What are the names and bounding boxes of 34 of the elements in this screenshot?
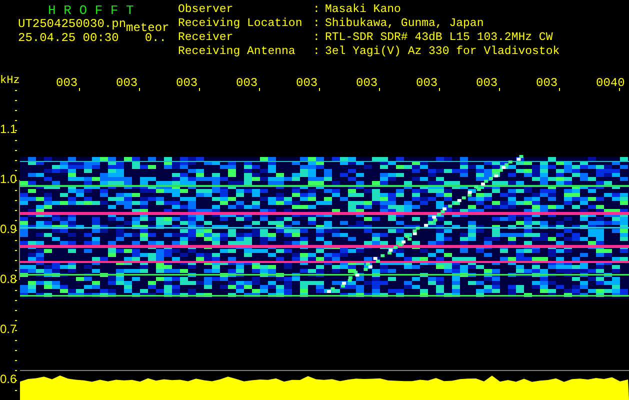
time-label: 003 — [176, 77, 198, 89]
time-label: 003 — [296, 77, 318, 89]
time-label: 003 — [476, 77, 498, 89]
time-label: 003 — [116, 77, 138, 89]
frequency-label: 0.6 — [0, 372, 17, 386]
separator: : — [313, 18, 321, 32]
frequency-label: 1.1 — [0, 122, 17, 136]
info-label: Receiving Antenna — [178, 46, 296, 60]
frequency-label: 0.7 — [0, 322, 17, 336]
frequency-label: 0.9 — [0, 222, 17, 236]
event-tag: meteor — [126, 22, 170, 34]
separator: : — [313, 4, 321, 18]
info-value: RTL-SDR SDR# 43dB L15 103.2MHz CW — [325, 32, 554, 46]
info-label: Receiver — [178, 32, 234, 46]
info-value: 3el Yagi(V) Az 330 for Vladivostok — [325, 46, 560, 60]
app-title: H R O F F T — [48, 4, 135, 17]
frequency-label: 1.0 — [0, 172, 17, 186]
file-name: UT2504250030.pn — [18, 18, 126, 30]
unit-label: kHz — [0, 75, 20, 87]
frequency-label: 0.8 — [0, 272, 17, 286]
time-label: 003 — [236, 77, 258, 89]
info-value: Masaki Kano — [325, 4, 402, 18]
counter: 0.. — [144, 32, 166, 44]
info-label: Receiving Location — [178, 18, 304, 32]
time-label: 003 — [416, 77, 438, 89]
time-label: 0040 — [596, 77, 625, 89]
separator: : — [313, 46, 321, 60]
time-label: 003 — [536, 77, 558, 89]
info-value: Shibukawa, Gunma, Japan — [325, 18, 485, 32]
info-label: Observer — [178, 4, 234, 18]
time-label: 003 — [356, 77, 378, 89]
timestamp: 25.04.25 00:30 — [18, 32, 119, 44]
time-label: 003 — [56, 77, 78, 89]
separator: : — [313, 32, 321, 46]
